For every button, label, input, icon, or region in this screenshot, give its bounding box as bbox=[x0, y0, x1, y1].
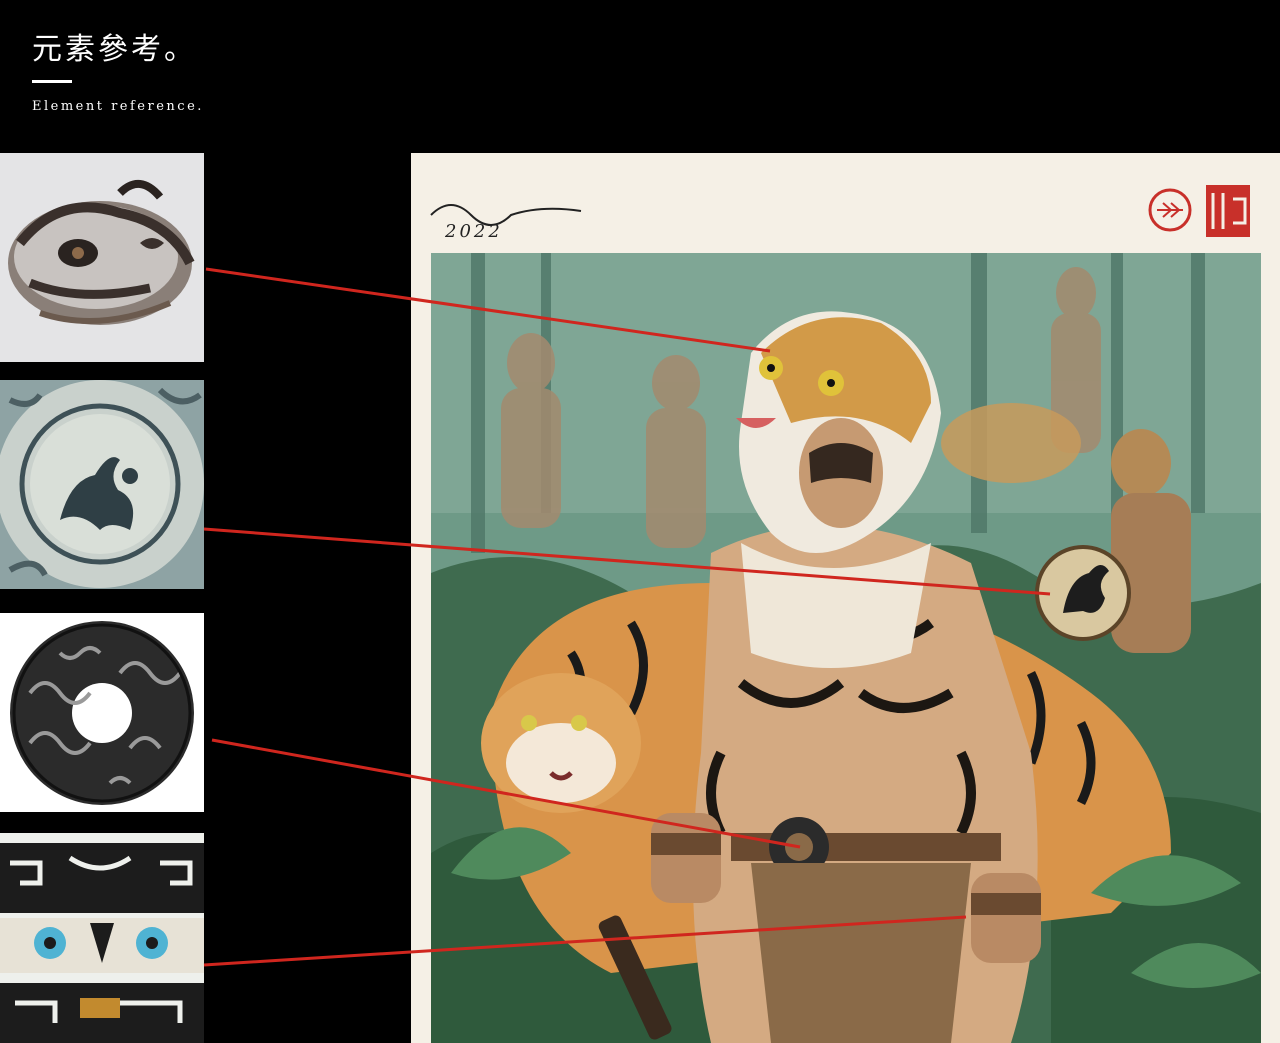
page-subtitle: Element reference. bbox=[32, 99, 204, 114]
tiger-disc-emblem-icon bbox=[0, 380, 204, 589]
metal-tiger-mask-icon bbox=[0, 153, 204, 362]
title-divider bbox=[32, 80, 72, 83]
reference-tiger-disc-image bbox=[0, 380, 204, 589]
main-illustration: 2022 bbox=[411, 153, 1280, 1043]
jade-bi-disc-icon bbox=[0, 613, 204, 812]
signature-year: 2022 bbox=[445, 221, 503, 242]
taotie-pattern-band-icon bbox=[0, 833, 204, 1043]
reference-taotie-pattern-image bbox=[0, 833, 204, 1043]
reference-tiger-mask-image bbox=[0, 153, 204, 362]
tiger-warrior-painting bbox=[430, 185, 1261, 1043]
page-title: 元素參考。 bbox=[32, 32, 197, 67]
reference-bi-disc-image bbox=[0, 613, 204, 812]
